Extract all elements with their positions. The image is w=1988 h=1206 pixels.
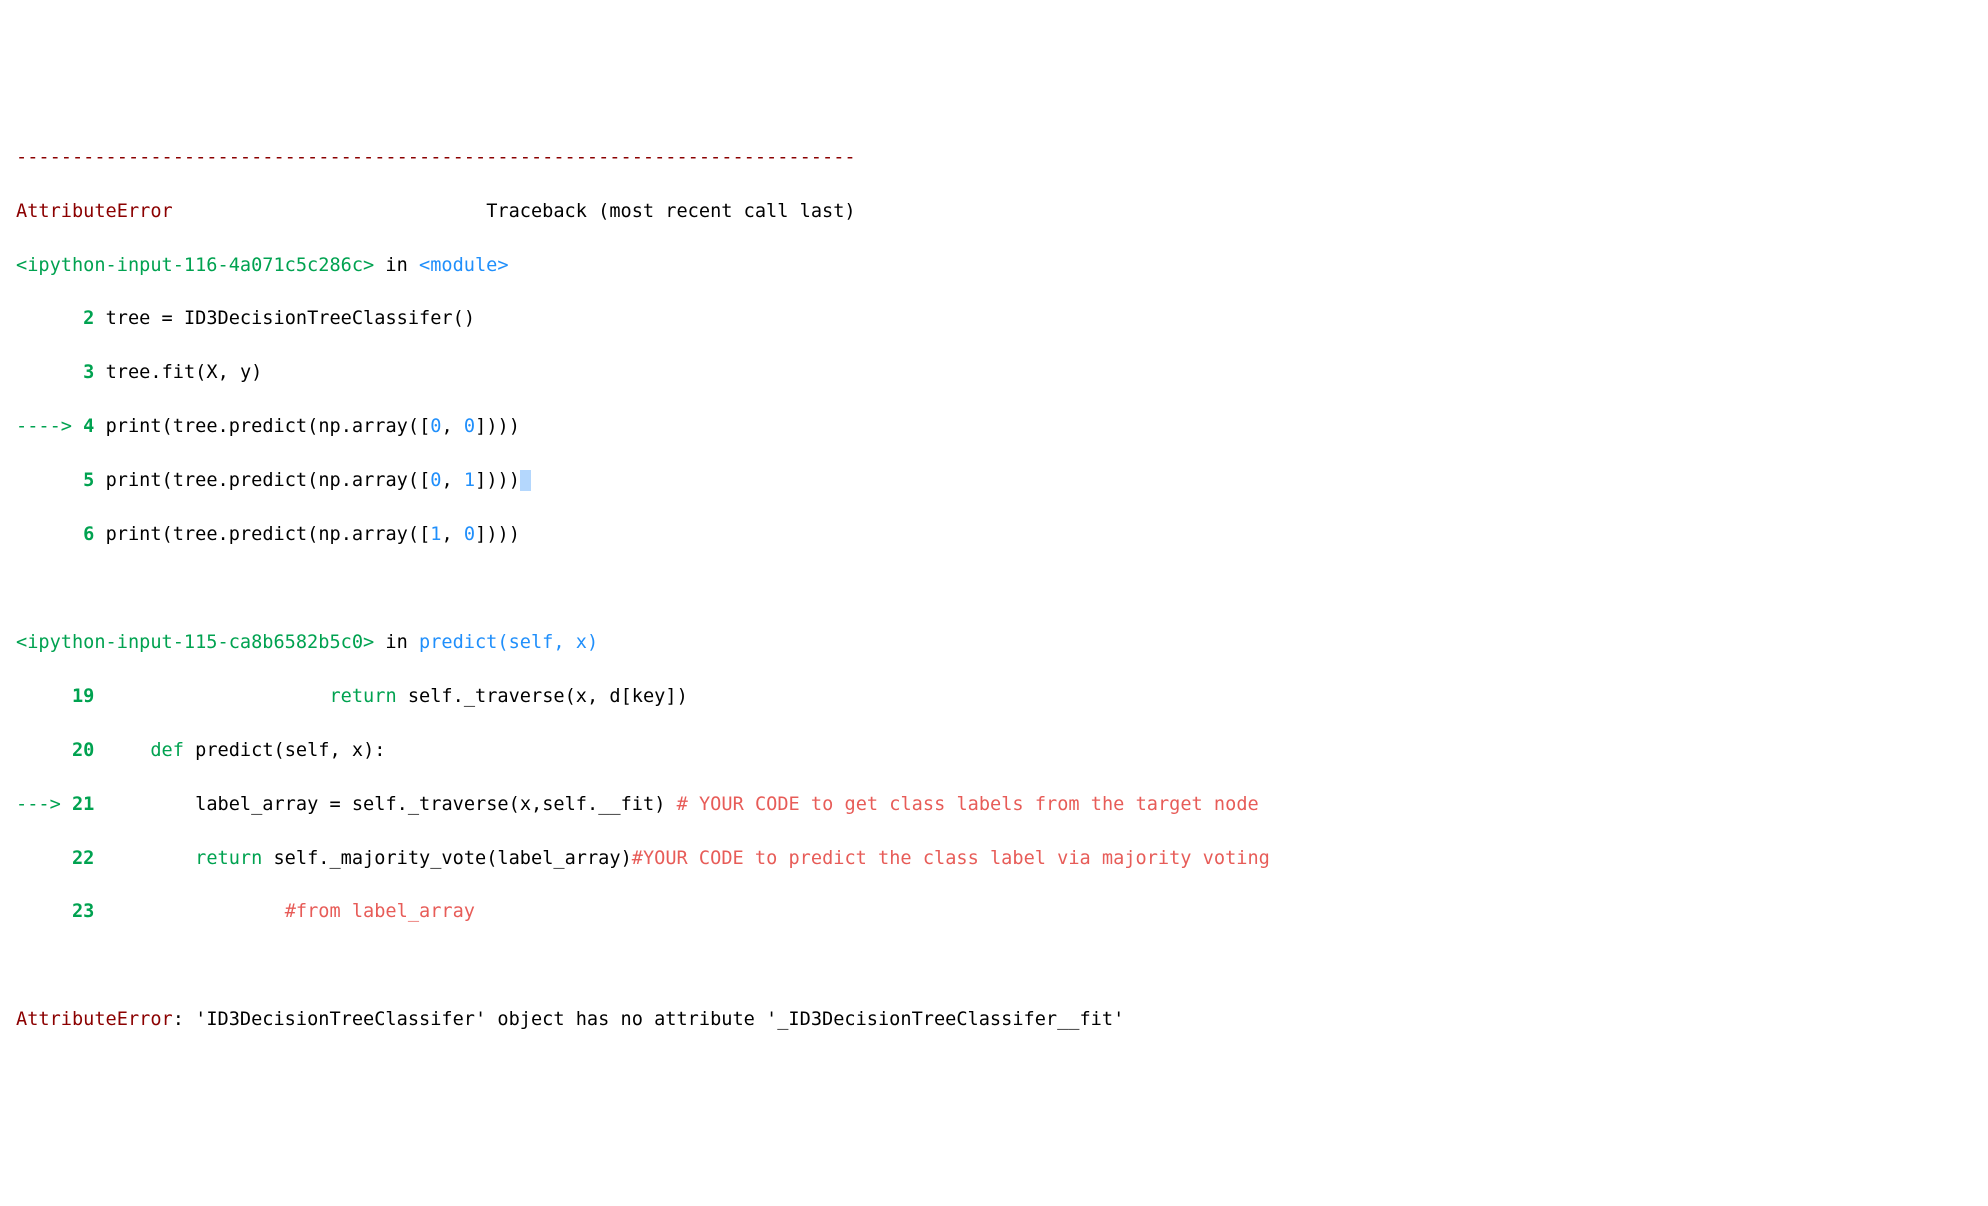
tb-line-20: 20 def predict(self, x): — [16, 738, 1972, 765]
tb-line-21-current: ---> 21 label_array = self._traverse(x,s… — [16, 792, 1972, 819]
tb-line-19: 19 return self._traverse(x, d[key]) — [16, 684, 1972, 711]
tb-line-3: 3 tree.fit(X, y) — [16, 360, 1972, 387]
tb-header: AttributeError Traceback (most recent ca… — [16, 199, 1972, 226]
traceback-output: ----------------------------------------… — [16, 118, 1972, 1061]
tb-line-6: 6 print(tree.predict(np.array([1, 0]))) — [16, 522, 1972, 549]
blank2 — [16, 953, 1972, 980]
blank — [16, 576, 1972, 603]
tb-line-2: 2 tree = ID3DecisionTreeClassifer() — [16, 306, 1972, 333]
tb-separator: ----------------------------------------… — [16, 145, 1972, 172]
tb-line-4-current: ----> 4 print(tree.predict(np.array([0, … — [16, 414, 1972, 441]
error-final: AttributeError: 'ID3DecisionTreeClassife… — [16, 1007, 1972, 1034]
tb-frame-1-header: <ipython-input-116-4a071c5c286c> in <mod… — [16, 253, 1972, 280]
tb-line-5: 5 print(tree.predict(np.array([0, 1]))) — [16, 468, 1972, 495]
text-selection — [520, 470, 531, 491]
tb-line-22: 22 return self._majority_vote(label_arra… — [16, 846, 1972, 873]
tb-line-23: 23 #from label_array — [16, 899, 1972, 926]
tb-frame-2-header: <ipython-input-115-ca8b6582b5c0> in pred… — [16, 630, 1972, 657]
